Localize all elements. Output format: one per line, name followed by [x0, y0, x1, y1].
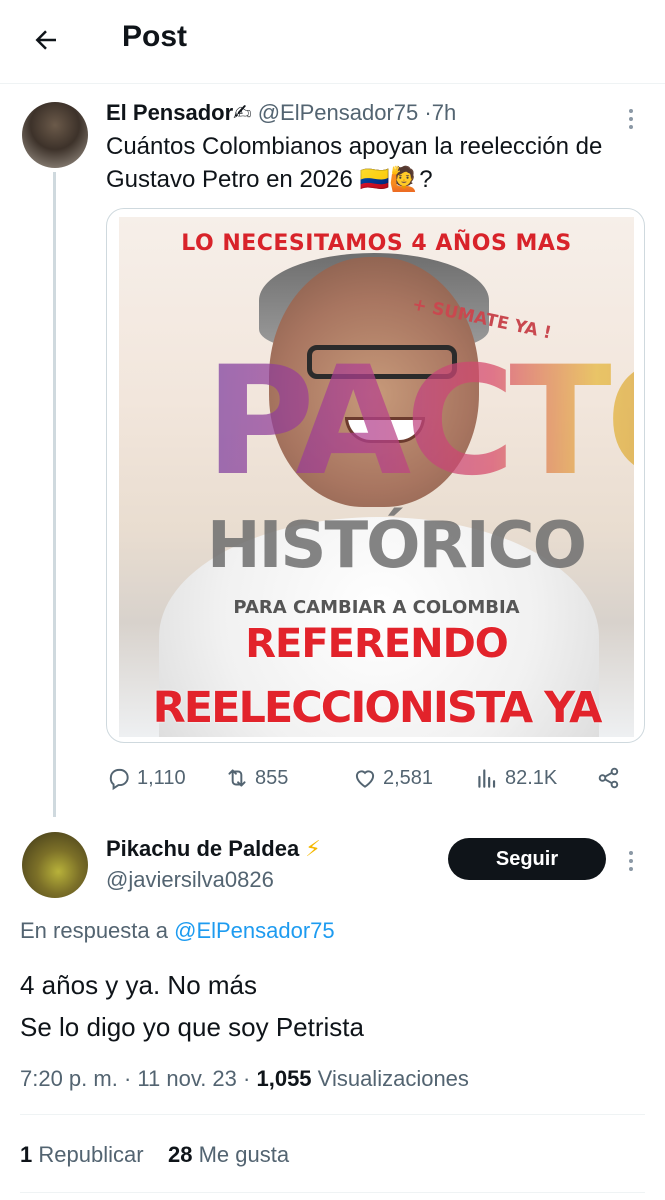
reposts-label: Republicar: [38, 1142, 144, 1167]
reply-icon: [109, 768, 129, 791]
meta-separator: ·: [424, 100, 432, 125]
timestamp-dot-2: ·: [243, 1066, 251, 1091]
replying-to-line: En respuesta a @ElPensador75: [20, 918, 335, 944]
lightning-icon: ⚡: [305, 836, 321, 861]
post-media-card[interactable]: LO NECESITAMOS 4 AÑOS MAS + SUMATE YA ! …: [106, 208, 645, 743]
reply-mention-link[interactable]: @ElPensador75: [174, 918, 335, 943]
timestamp-dot-1: ·: [123, 1066, 132, 1091]
likes-label: Me gusta: [198, 1142, 290, 1167]
reposts-count: 1: [20, 1142, 33, 1167]
like-icon: [355, 770, 375, 788]
image-historico-text: HISTÓRICO: [207, 509, 587, 583]
reply-views-label: Visualizaciones: [317, 1066, 469, 1091]
reply-author-row: Pikachu de Paldea ⚡: [106, 834, 321, 864]
image-referendo-text: REFERENDO: [245, 621, 509, 667]
reply-author-avatar[interactable]: [22, 832, 88, 898]
reply-header: Pikachu de Paldea ⚡ @javiersilva0826: [106, 834, 321, 896]
likes-count: 28: [168, 1142, 193, 1167]
likes-stat[interactable]: 28 Me gusta: [168, 1142, 289, 1167]
reply-views-count: 1,055: [256, 1066, 312, 1091]
reply-button[interactable]: 1,110: [106, 760, 186, 796]
reply-text: 4 años y ya. No más Se lo digo yo que so…: [20, 964, 364, 1048]
reply-author-name[interactable]: Pikachu de Paldea: [106, 834, 299, 864]
top-bar: Post: [0, 0, 665, 84]
author-avatar[interactable]: [22, 102, 88, 168]
reply-count: 1,110: [137, 766, 186, 789]
image-top-text: LO NECESITAMOS 4 AÑOS MAS: [181, 231, 572, 256]
repost-button[interactable]: 855: [224, 760, 288, 796]
reply-date[interactable]: 11 nov. 23: [137, 1066, 236, 1091]
post-time[interactable]: 7h: [432, 100, 456, 125]
more-icon: [629, 109, 633, 113]
follow-button[interactable]: Seguir: [448, 838, 606, 880]
author-name[interactable]: El Pensador✍: [106, 100, 252, 125]
image-para-text: PARA CAMBIAR A COLOMBIA: [233, 597, 520, 618]
views-button[interactable]: 82.1K: [474, 760, 557, 796]
author-handle[interactable]: @ElPensador75: [258, 100, 419, 125]
original-post: El Pensador✍ @ElPensador75 ·7h Cuántos C…: [106, 98, 646, 196]
like-button[interactable]: 2,581: [352, 760, 433, 796]
reply-text-line-1: 4 años y ya. No más: [20, 970, 257, 1000]
post-action-bar: 1,110 855 2,581 82.1K: [106, 760, 626, 796]
share-button[interactable]: [596, 760, 622, 796]
back-arrow-icon: [35, 30, 56, 50]
repost-count: 855: [255, 766, 289, 789]
page-title: Post: [122, 20, 188, 53]
reply-timestamp-row: 7:20 p. m. · 11 nov. 23 · 1,055 Visualiz…: [20, 1066, 469, 1092]
post-image[interactable]: LO NECESITAMOS 4 AÑOS MAS + SUMATE YA ! …: [119, 217, 634, 737]
image-pacto-text: PACTO: [205, 335, 634, 509]
like-count: 2,581: [383, 766, 434, 789]
back-button[interactable]: [24, 18, 68, 62]
divider-top: [20, 1114, 645, 1115]
reply-stats-row: 1 Republicar 28 Me gusta: [20, 1142, 289, 1168]
post-meta: El Pensador✍ @ElPensador75 ·7h: [106, 98, 646, 128]
reply-author-handle[interactable]: @javiersilva0826: [106, 864, 321, 896]
share-icon: [598, 767, 619, 789]
reply-more-button[interactable]: [621, 846, 641, 876]
post-text: Cuántos Colombianos apoyan la reelección…: [106, 133, 603, 193]
more-icon: [629, 851, 633, 855]
image-reeleccionista-text: REELECCIONISTA YA: [152, 683, 603, 733]
reposts-stat[interactable]: 1 Republicar: [20, 1142, 144, 1167]
repost-icon: [228, 769, 246, 787]
views-count: 82.1K: [505, 766, 558, 789]
reply-time[interactable]: 7:20 p. m.: [20, 1066, 118, 1091]
views-icon: [478, 769, 496, 788]
thread-connector-line: [53, 172, 56, 817]
post-more-button[interactable]: [621, 104, 641, 134]
reply-prefix: En respuesta a: [20, 918, 168, 943]
reply-text-line-2: Se lo digo yo que soy Petrista: [20, 1012, 364, 1042]
divider-bottom: [20, 1192, 645, 1193]
